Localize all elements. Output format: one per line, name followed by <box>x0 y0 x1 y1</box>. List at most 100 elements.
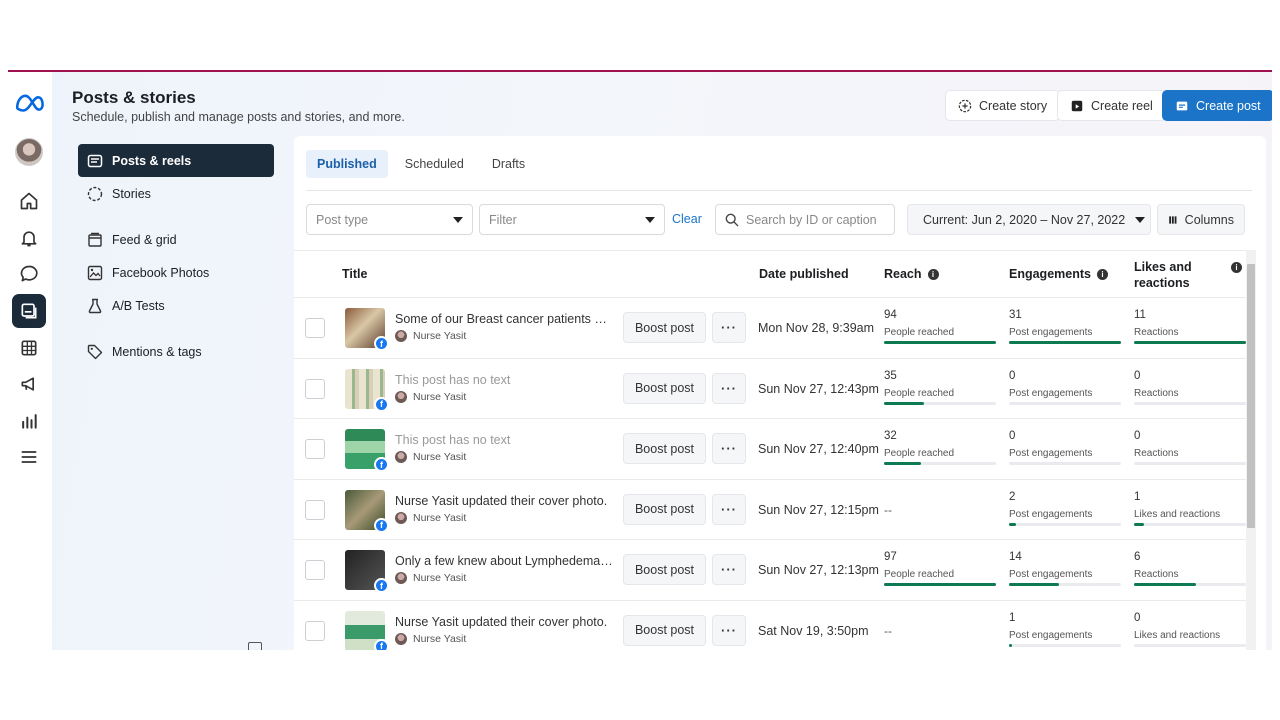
post-title[interactable]: This post has no text <box>395 433 615 447</box>
nav-item-label: Stories <box>112 186 151 201</box>
home-icon[interactable] <box>18 190 40 212</box>
info-icon[interactable]: i <box>1096 268 1108 280</box>
megaphone-icon[interactable] <box>18 373 40 395</box>
create-post-button[interactable]: Create post <box>1162 90 1272 121</box>
engagements-label: Post engagements <box>1009 569 1093 581</box>
post-author: Nurse Yasit <box>395 330 466 342</box>
chevron-down-icon <box>453 216 463 223</box>
boost-post-button[interactable]: Boost post <box>623 493 706 525</box>
likes-label: Reactions <box>1134 327 1179 338</box>
post-author: Nurse Yasit <box>395 511 466 524</box>
column-date-published[interactable]: Date published <box>759 267 849 281</box>
date-range-picker[interactable]: Current: Jun 2, 2020 – Nov 27, 2022 <box>907 204 1151 235</box>
posts-icon[interactable] <box>12 294 46 328</box>
boost-post-button[interactable]: Boost post <box>623 554 706 586</box>
posts-table-body: f Some of our Breast cancer patients who… <box>294 298 1246 650</box>
author-name: Nurse Yasit <box>413 572 467 585</box>
column-reach[interactable]: Reach i <box>884 267 939 281</box>
boost-post-button[interactable]: Boost post <box>623 312 706 343</box>
post-title[interactable]: Nurse Yasit updated their cover photo. <box>395 615 615 629</box>
reach-bar <box>884 583 996 587</box>
scrollbar-thumb[interactable] <box>1247 264 1255 528</box>
engagements-bar-fill <box>1009 643 1013 647</box>
table-row[interactable]: f Nurse Yasit updated their cover photo.… <box>294 480 1246 541</box>
table-row[interactable]: f Nurse Yasit updated their cover photo.… <box>294 601 1246 650</box>
create-story-label: Create story <box>979 98 1048 113</box>
likes-value: 0 <box>1134 369 1141 382</box>
table-row[interactable]: f Only a few knew about Lymphedema esp..… <box>294 540 1246 601</box>
more-options-button[interactable]: ··· <box>712 312 746 343</box>
columns-button[interactable]: Columns <box>1157 204 1245 235</box>
boost-post-button[interactable]: Boost post <box>623 372 706 404</box>
boost-post-button[interactable]: Boost post <box>623 614 706 646</box>
author-avatar <box>395 390 407 403</box>
search-input[interactable]: Search by ID or caption <box>715 204 895 235</box>
table-row[interactable]: f This post has no text Nurse Yasit Boos… <box>294 419 1246 480</box>
post-type-placeholder: Post type <box>316 212 369 227</box>
likes-bar <box>1134 643 1246 647</box>
nav-item-feed-grid[interactable]: Feed & grid <box>78 223 274 256</box>
row-checkbox[interactable] <box>305 499 325 520</box>
column-likes[interactable]: Likes and reactions i <box>1134 259 1242 291</box>
column-title[interactable]: Title <box>342 267 367 281</box>
bell-icon[interactable] <box>18 227 40 249</box>
more-options-button[interactable]: ··· <box>712 433 746 465</box>
reach-value: 32 <box>884 430 897 443</box>
tab-scheduled[interactable]: Scheduled <box>394 150 475 178</box>
post-title[interactable]: Some of our Breast cancer patients who .… <box>395 312 615 326</box>
menu-icon[interactable] <box>18 446 40 468</box>
chat-icon[interactable] <box>18 263 40 285</box>
reach-value: -- <box>884 502 892 517</box>
nav-item-mentions-tags[interactable]: Mentions & tags <box>78 335 274 368</box>
posts-reels-icon <box>87 154 103 167</box>
post-title[interactable]: Nurse Yasit updated their cover photo. <box>395 494 615 508</box>
more-options-button[interactable]: ··· <box>712 614 746 646</box>
feed-grid-icon <box>88 232 102 247</box>
tab-drafts[interactable]: Drafts <box>481 150 536 178</box>
insights-icon[interactable] <box>18 410 40 432</box>
likes-label: Likes and reactions <box>1134 629 1221 641</box>
page-title: Posts & stories <box>72 88 196 107</box>
engagements-cell: 31 Post engagements <box>1009 309 1121 344</box>
likes-label: Likes and reactions <box>1134 508 1221 520</box>
reach-bar-fill <box>884 462 921 466</box>
clear-filters-link[interactable]: Clear <box>672 212 702 226</box>
nav-item-facebook-photos[interactable]: Facebook Photos <box>78 256 274 289</box>
post-title[interactable]: Only a few knew about Lymphedema esp... <box>395 554 615 568</box>
collapse-sidebar-icon[interactable] <box>248 642 262 650</box>
column-engagements[interactable]: Engagements i <box>1009 267 1108 281</box>
likes-bar-fill <box>1134 522 1145 526</box>
stories-icon <box>87 186 103 201</box>
table-row[interactable]: f Some of our Breast cancer patients who… <box>294 298 1246 359</box>
more-options-button[interactable]: ··· <box>712 554 746 586</box>
row-checkbox[interactable] <box>305 439 325 460</box>
tab-published[interactable]: Published <box>306 150 388 178</box>
table-scrollbar[interactable] <box>1246 250 1256 650</box>
reach-cell: 94 People reached <box>884 309 996 344</box>
table-row[interactable]: f This post has no text Nurse Yasit Boos… <box>294 359 1246 420</box>
filter-select[interactable]: Filter <box>479 204 665 235</box>
column-engagements-label: Engagements <box>1009 267 1091 281</box>
info-icon[interactable]: i <box>1231 262 1242 273</box>
nav-item-stories[interactable]: Stories <box>78 177 274 210</box>
more-options-button[interactable]: ··· <box>712 372 746 404</box>
row-checkbox[interactable] <box>305 318 325 338</box>
meta-logo-icon[interactable] <box>14 92 46 114</box>
author-avatar <box>395 511 407 524</box>
more-options-button[interactable]: ··· <box>712 493 746 525</box>
row-checkbox[interactable] <box>305 378 325 399</box>
post-author: Nurse Yasit <box>395 451 466 464</box>
post-type-select[interactable]: Post type <box>306 204 473 235</box>
boost-post-button[interactable]: Boost post <box>623 433 706 465</box>
info-icon[interactable]: i <box>927 268 939 280</box>
row-checkbox[interactable] <box>305 620 325 641</box>
calendar-grid-icon[interactable] <box>18 337 40 359</box>
engagements-value: 2 <box>1009 490 1016 503</box>
nav-item-ab-tests[interactable]: A/B Tests <box>78 289 274 322</box>
create-story-button[interactable]: Create story <box>945 90 1061 121</box>
avatar[interactable] <box>15 138 43 166</box>
create-reel-button[interactable]: Create reel <box>1057 90 1166 121</box>
post-title[interactable]: This post has no text <box>395 373 615 387</box>
row-checkbox[interactable] <box>305 560 325 581</box>
nav-item-posts-reels[interactable]: Posts & reels <box>78 144 274 177</box>
